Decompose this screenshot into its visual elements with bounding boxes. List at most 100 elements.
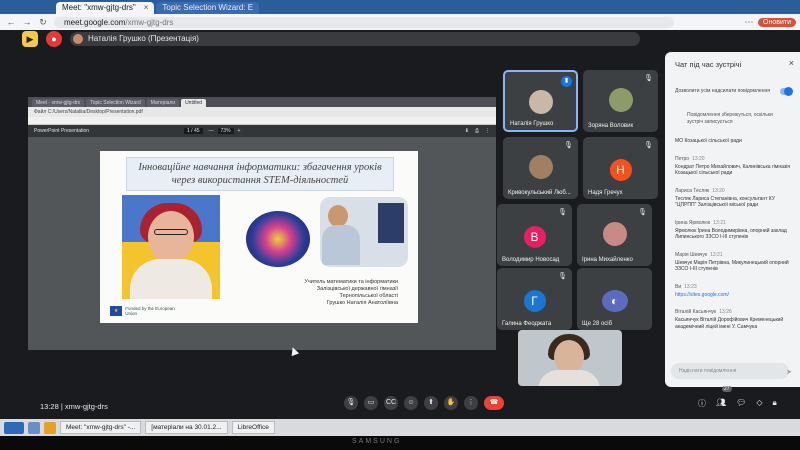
- info-icon[interactable]: ⓘ: [698, 398, 706, 409]
- host-controls-icon[interactable]: 🔒︎: [772, 398, 776, 409]
- message-time: 13:20: [712, 187, 725, 194]
- avatar: [73, 34, 83, 44]
- message-author: Марія Шевчук: [675, 251, 708, 258]
- mic-off-icon: 🎙︎: [564, 142, 573, 149]
- participant-name: Володимир Новосад: [502, 257, 560, 263]
- message-author: Петро: [675, 155, 690, 162]
- shared-tab: Untitled: [181, 99, 207, 107]
- close-icon[interactable]: ×: [144, 3, 149, 12]
- update-button[interactable]: Оновити: [758, 17, 796, 27]
- taskbar-item[interactable]: LibreOffice: [231, 421, 275, 434]
- send-icon[interactable]: ➤: [786, 368, 792, 376]
- shared-tab: Матеріали: [146, 99, 180, 107]
- url-field[interactable]: meet.google.com/xmw-gjtg-drs: [54, 16, 674, 28]
- monitor-brand: SAMSUNG: [352, 438, 402, 445]
- slide: Інноваційне навчання інформатики: збагач…: [100, 151, 418, 323]
- eu-flag-icon: ★: [110, 306, 123, 316]
- extensions-icon[interactable]: ⋯: [744, 17, 754, 28]
- shared-url: Файл C:/Users/Nataliia/Desktop/Presentat…: [34, 109, 143, 115]
- pdf-viewer: Інноваційне навчання інформатики: збагач…: [28, 137, 496, 350]
- more-participants-label: Ще 28 осіб: [582, 321, 613, 327]
- mic-off-icon: 🎙︎: [558, 209, 567, 216]
- more-icon: ⋮: [485, 128, 490, 134]
- participant-tile-more[interactable]: ◐ Ще 28 осіб: [577, 268, 652, 330]
- zoom-out-icon: —: [208, 128, 214, 134]
- participant-name: Кривокульський Люб...: [508, 190, 571, 196]
- participant-tile[interactable]: Н 🎙︎ Надя Гречух: [583, 137, 658, 199]
- url-host: meet.google.com: [64, 17, 126, 27]
- mic-off-icon: 🎙︎: [644, 142, 653, 149]
- microphone-icon[interactable]: 🎙︎: [344, 396, 358, 410]
- speaking-icon: ▮: [561, 76, 572, 87]
- participant-tile[interactable]: 🎙︎ Зоряна Воловик: [583, 70, 658, 132]
- photo-face: [148, 211, 194, 263]
- shared-address-bar: Файл C:/Users/Nataliia/Desktop/Presentat…: [28, 107, 496, 117]
- message-text: Касьянчук Віталій Дорофійович Кременецьк…: [675, 317, 784, 330]
- print-icon: ⎙: [474, 128, 479, 134]
- record-icon[interactable]: ●: [46, 31, 62, 47]
- close-icon[interactable]: ×: [789, 58, 794, 68]
- chat-input[interactable]: Надіслати повідомлення: [671, 363, 789, 379]
- raise-hand-icon[interactable]: ✋: [444, 396, 458, 410]
- explorer-icon[interactable]: [28, 421, 40, 434]
- reload-icon[interactable]: ↻: [38, 17, 48, 28]
- eu-label: Funded by the European Union: [125, 306, 175, 316]
- caption-line: Тернопільської області: [339, 293, 398, 299]
- stem-graphic: [246, 211, 310, 267]
- tab-topic-wizard[interactable]: Topic Selection Wizard: E: [156, 2, 260, 14]
- participant-name: Зоряна Воловик: [588, 123, 634, 129]
- message-author: Ви: [675, 283, 682, 290]
- activities-icon[interactable]: ◇: [756, 398, 762, 409]
- message-text: Ярмолюк Ірина Володимирівна, опорний зак…: [675, 227, 787, 241]
- emoji-icon[interactable]: ☺: [404, 396, 418, 410]
- download-icon: ⬇: [464, 128, 469, 134]
- shared-tab-bar: Meet - xmw-gjtg-drs Topic Selection Wiza…: [28, 97, 496, 107]
- tab-meet[interactable]: Meet: "xmw-gjtg-drs" ×: [56, 2, 155, 14]
- more-options-icon[interactable]: ⋮: [464, 396, 478, 410]
- caption-line: Залізцівської державної гімназії: [316, 286, 398, 292]
- chrome-icon[interactable]: [44, 421, 56, 434]
- shared-screen: Meet - xmw-gjtg-drs Topic Selection Wiza…: [28, 97, 496, 350]
- start-button[interactable]: [4, 421, 24, 434]
- meeting-time: 13:28: [40, 402, 59, 411]
- taskbar-item[interactable]: Meet: "xmw-gjtg-drs" -...: [60, 421, 142, 434]
- monitor-screen: Meet: "xmw-gjtg-drs" × Topic Selection Wi…: [0, 0, 800, 450]
- chat-message-list: МО Козацької сільської ради Петро 13:20 К…: [675, 138, 795, 341]
- presenter-pill: Наталія Грушко (Презентація): [70, 32, 640, 46]
- avatar: [528, 155, 553, 179]
- leave-call-button[interactable]: ☎: [484, 396, 504, 410]
- taskbar-item[interactable]: [матеріали на 30.01.2...: [145, 421, 228, 434]
- message-text: МО Козацької сільської ради: [675, 138, 742, 144]
- participant-tile[interactable]: 🎙︎ Ірина Михайленко: [577, 204, 652, 266]
- presentation-icon[interactable]: ▶: [22, 31, 38, 47]
- participant-tile[interactable]: ▮ Наталія Грушко: [503, 70, 578, 132]
- browser-tab-bar: Meet: "xmw-gjtg-drs" × Topic Selection Wi…: [0, 0, 800, 14]
- chat-message: МО Козацької сільської ради: [675, 138, 795, 145]
- message-time: 13:23: [684, 283, 697, 290]
- camera-icon[interactable]: ▭: [364, 396, 378, 410]
- chat-title: Чат під час зустрічі: [675, 60, 742, 69]
- chat-message: Віталій Касьянчук 13:26 Касьянчук Віталій…: [675, 309, 795, 330]
- message-author: Лариса Тесляк: [675, 187, 710, 194]
- meet-header: ▶ ● Наталія Грушко (Презентація): [22, 28, 662, 50]
- chat-icon[interactable]: 💬︎: [736, 398, 746, 409]
- people-icon[interactable]: 👥︎: [716, 398, 726, 409]
- allow-messages-toggle[interactable]: [780, 87, 793, 96]
- present-icon[interactable]: ⬆: [424, 396, 438, 410]
- participant-tile[interactable]: В 🎙︎ Володимир Новосад: [497, 204, 572, 266]
- participant-tile[interactable]: 🎙︎ Кривокульський Люб...: [503, 137, 578, 199]
- back-arrow-icon[interactable]: ←: [6, 17, 16, 27]
- photo-glasses: [154, 229, 188, 235]
- participant-count-badge: 27: [722, 386, 732, 392]
- participant-tile[interactable]: Г 🎙︎ Галина Феоджата: [497, 268, 572, 330]
- meet-control-bar: 13:28 | xmw-gjtg-drs 🎙︎ ▭ CC ☺ ⬆ ✋ ⋮ ☎ ⓘ…: [0, 392, 800, 416]
- meeting-time-code: 13:28 | xmw-gjtg-drs: [40, 402, 108, 411]
- tab-meet-label: Meet: "xmw-gjtg-drs": [62, 3, 136, 12]
- forward-arrow-icon[interactable]: →: [22, 17, 32, 27]
- slide-title: Інноваційне навчання інформатики: збагач…: [126, 157, 394, 191]
- message-link[interactable]: https://sites.google.com/: [675, 292, 795, 299]
- kid-body: [322, 225, 360, 265]
- mic-off-icon: 🎙︎: [638, 209, 647, 216]
- captions-icon[interactable]: CC: [384, 396, 398, 410]
- avatar: В: [523, 226, 546, 248]
